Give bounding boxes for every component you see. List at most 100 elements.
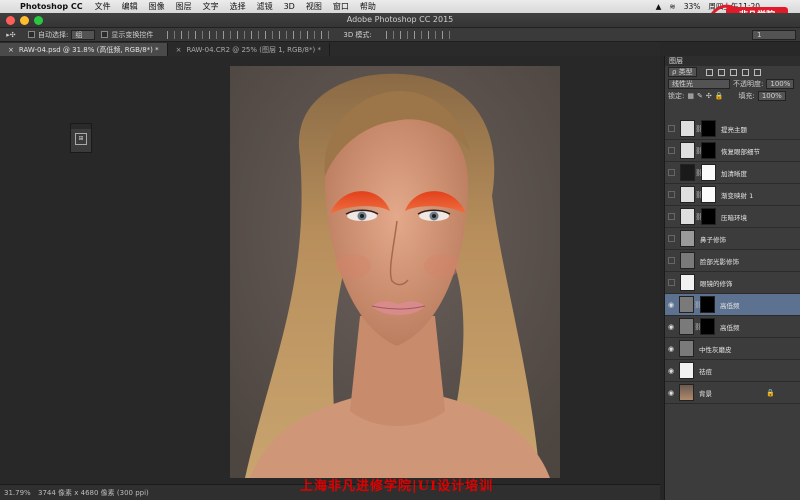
distribute-hcenter-icon[interactable]	[307, 30, 316, 39]
panel-grip[interactable]	[71, 124, 91, 129]
layer-row[interactable]: ⛓ 加清晰度	[665, 162, 800, 184]
canvas-area[interactable]: ⊞	[0, 56, 660, 484]
layer-mask-thumbnail[interactable]	[701, 186, 716, 203]
layer-kind-filter[interactable]: ρ 类型	[668, 67, 697, 77]
eye-icon[interactable]: ◉	[665, 345, 677, 353]
adobe-icon[interactable]: ▲	[656, 2, 662, 11]
menu-filter[interactable]: 滤镜	[257, 1, 273, 12]
doc-tab-raw04-cr2[interactable]: × RAW-04.CR2 @ 25% (图层 1, RGB/8*) *	[168, 43, 330, 56]
lock-pixels-icon[interactable]: ✎	[697, 92, 703, 100]
menu-help[interactable]: 帮助	[360, 1, 376, 12]
visibility-toggle[interactable]	[668, 257, 675, 264]
filter-shape-icon[interactable]	[741, 68, 749, 76]
document-canvas-portrait[interactable]	[230, 66, 560, 478]
filter-type-icon[interactable]	[729, 68, 737, 76]
distribute-left-icon[interactable]	[293, 30, 302, 39]
menu-window[interactable]: 窗口	[333, 1, 349, 12]
3d-rotate-icon[interactable]	[385, 30, 394, 39]
menu-layer[interactable]: 图层	[176, 1, 192, 12]
menu-select[interactable]: 选择	[230, 1, 246, 12]
align-right-icon[interactable]	[237, 30, 246, 39]
eye-icon[interactable]: ◉	[665, 389, 677, 397]
zoom-level[interactable]: 31.79%	[0, 489, 32, 497]
layer-row[interactable]: ⛓ 提亮主题	[665, 118, 800, 140]
lock-transparent-icon[interactable]: ▦	[687, 92, 694, 100]
document-info[interactable]: 3744 像素 x 4680 像素 (300 ppi)	[32, 488, 149, 498]
layer-row[interactable]: ◉ ⛓ 高低频	[665, 294, 800, 316]
distribute-vcenter-icon[interactable]	[265, 30, 274, 39]
layer-thumbnail[interactable]	[679, 384, 694, 401]
layer-row[interactable]: 脸部光影修饰	[665, 250, 800, 272]
3d-scale-icon[interactable]	[441, 30, 450, 39]
layer-row[interactable]: ◉ 中性灰磨皮	[665, 338, 800, 360]
menu-file[interactable]: 文件	[95, 1, 111, 12]
3d-drag-icon[interactable]	[413, 30, 422, 39]
layer-thumbnail[interactable]	[679, 362, 694, 379]
auto-select-checkbox[interactable]	[28, 31, 35, 38]
visibility-toggle[interactable]	[668, 213, 675, 220]
layer-mask-thumbnail[interactable]	[701, 142, 716, 159]
layer-row[interactable]: ◉ ⛓ 高低频	[665, 316, 800, 338]
layer-row[interactable]: ◉ 祛痘	[665, 360, 800, 382]
auto-select-dropdown[interactable]: 组	[71, 29, 96, 40]
menu-view[interactable]: 视图	[306, 1, 322, 12]
filter-pixel-icon[interactable]	[705, 68, 713, 76]
layer-mask-thumbnail[interactable]	[701, 208, 716, 225]
layer-thumbnail[interactable]	[680, 230, 695, 247]
eye-icon[interactable]: ◉	[665, 301, 677, 309]
align-top-icon[interactable]	[167, 30, 176, 39]
3d-roll-icon[interactable]	[399, 30, 408, 39]
layer-thumbnail[interactable]	[680, 274, 695, 291]
show-transform-checkbox[interactable]	[101, 31, 109, 38]
layer-mask-thumbnail[interactable]	[700, 318, 715, 335]
layer-row[interactable]: 鼻子修饰	[665, 228, 800, 250]
layer-thumbnail[interactable]	[679, 318, 694, 335]
visibility-toggle[interactable]	[668, 279, 675, 286]
visibility-toggle[interactable]	[668, 191, 675, 198]
distribute-bottom-icon[interactable]	[279, 30, 288, 39]
menu-type[interactable]: 文字	[203, 1, 219, 12]
fill-field[interactable]: 100%	[757, 91, 786, 101]
align-left-icon[interactable]	[209, 30, 218, 39]
wifi-icon[interactable]: ≋	[669, 2, 675, 11]
visibility-toggle[interactable]	[668, 147, 675, 154]
layer-thumbnail[interactable]	[680, 164, 695, 181]
eye-icon[interactable]: ◉	[665, 367, 677, 375]
layer-row[interactable]: ⛓ 压暗环境	[665, 206, 800, 228]
3d-slide-icon[interactable]	[427, 30, 436, 39]
layer-row[interactable]: ⛓ 渐变映射 1	[665, 184, 800, 206]
battery-percent[interactable]: 33%	[684, 2, 701, 11]
lock-position-icon[interactable]: ✣	[706, 92, 712, 100]
layer-mask-thumbnail[interactable]	[701, 164, 716, 181]
layer-thumbnail[interactable]	[680, 120, 695, 137]
tab-layers[interactable]: 图层	[669, 56, 683, 66]
distribute-right-icon[interactable]	[321, 30, 330, 39]
layer-thumbnail[interactable]	[680, 142, 695, 159]
filter-smart-object-icon[interactable]	[753, 68, 761, 76]
visibility-toggle[interactable]	[668, 125, 675, 132]
blend-mode-dropdown[interactable]: 线性光	[668, 79, 730, 89]
layer-row[interactable]: ◉ 背景 🔒	[665, 382, 800, 404]
layer-row[interactable]: 眼镜的修饰	[665, 272, 800, 294]
filter-adjustment-icon[interactable]	[717, 68, 725, 76]
align-vcenter-icon[interactable]	[181, 30, 190, 39]
align-bottom-icon[interactable]	[195, 30, 204, 39]
menu-edit[interactable]: 编辑	[122, 1, 138, 12]
layer-thumbnail[interactable]	[680, 186, 695, 203]
properties-icon[interactable]: ⊞	[75, 133, 87, 145]
move-tool-icon[interactable]: ▸✣	[0, 31, 22, 39]
floating-tool-panel[interactable]: ⊞	[70, 123, 92, 153]
layer-thumbnail[interactable]	[679, 296, 694, 313]
menu-3d[interactable]: 3D	[284, 2, 295, 11]
doc-tab-raw04-psd[interactable]: × RAW-04.psd @ 31.8% (高低频, RGB/8*) *	[0, 43, 168, 56]
layer-thumbnail[interactable]	[680, 208, 695, 225]
workspace-dropdown[interactable]: 1	[752, 30, 796, 40]
layer-thumbnail[interactable]	[680, 252, 695, 269]
visibility-toggle[interactable]	[668, 235, 675, 242]
close-icon[interactable]: ×	[176, 46, 182, 54]
visibility-toggle[interactable]	[668, 169, 675, 176]
layer-row[interactable]: ⛓ 恢复眼部细节	[665, 140, 800, 162]
lock-all-icon[interactable]: 🔒	[715, 92, 724, 100]
align-hcenter-icon[interactable]	[223, 30, 232, 39]
menu-image[interactable]: 图像	[149, 1, 165, 12]
